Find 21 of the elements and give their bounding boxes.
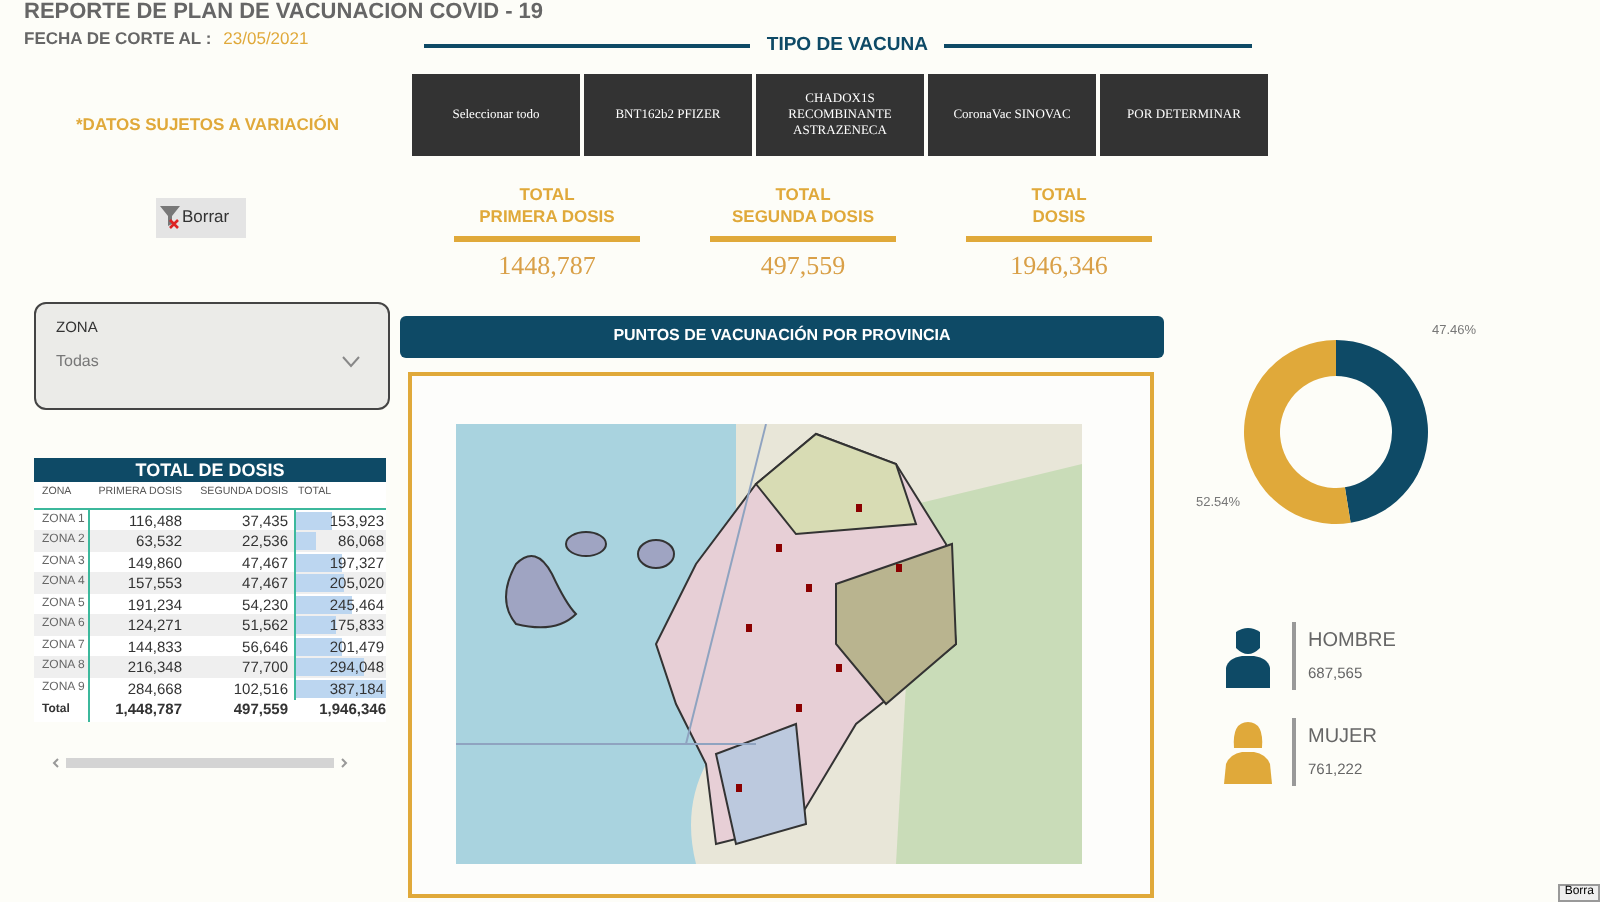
total-label: TOTAL SEGUNDA DOSIS xyxy=(731,182,874,229)
total-value: 1448,787 xyxy=(498,248,596,285)
cutoff-date: 23/05/2021 xyxy=(223,26,309,52)
scroll-right-icon xyxy=(340,758,348,768)
cutoff-label: FECHA DE CORTE AL : xyxy=(24,26,212,52)
clear-button[interactable]: Borrar xyxy=(156,197,246,237)
section-title: TIPO DE VACUNA xyxy=(766,32,928,60)
total-label: TOTAL PRIMERA DOSIS xyxy=(479,182,615,229)
section-banner: PUNTOS DE VACUNACIÓN POR PROVINCIA xyxy=(400,315,1164,358)
chevron-down-icon xyxy=(342,355,360,368)
clear-filter-icon xyxy=(160,205,180,229)
disclaimer: *DATOS SUJETOS A VARIACIÓN xyxy=(76,111,341,137)
gender-label: HOMBRE xyxy=(1308,628,1396,657)
total-value: 1946,346 xyxy=(1010,248,1108,285)
total-value: 497,559 xyxy=(760,248,846,285)
table-title: TOTAL DE DOSIS xyxy=(34,457,386,481)
zone-value: Todas xyxy=(56,349,99,374)
report-title: REPORTE DE PLAN DE VACUNACION COVID - 19 xyxy=(24,2,544,24)
total-label: TOTAL DOSIS xyxy=(1031,182,1087,229)
gender-label: MUJER xyxy=(1308,724,1377,753)
scroll-left-icon xyxy=(52,758,60,768)
